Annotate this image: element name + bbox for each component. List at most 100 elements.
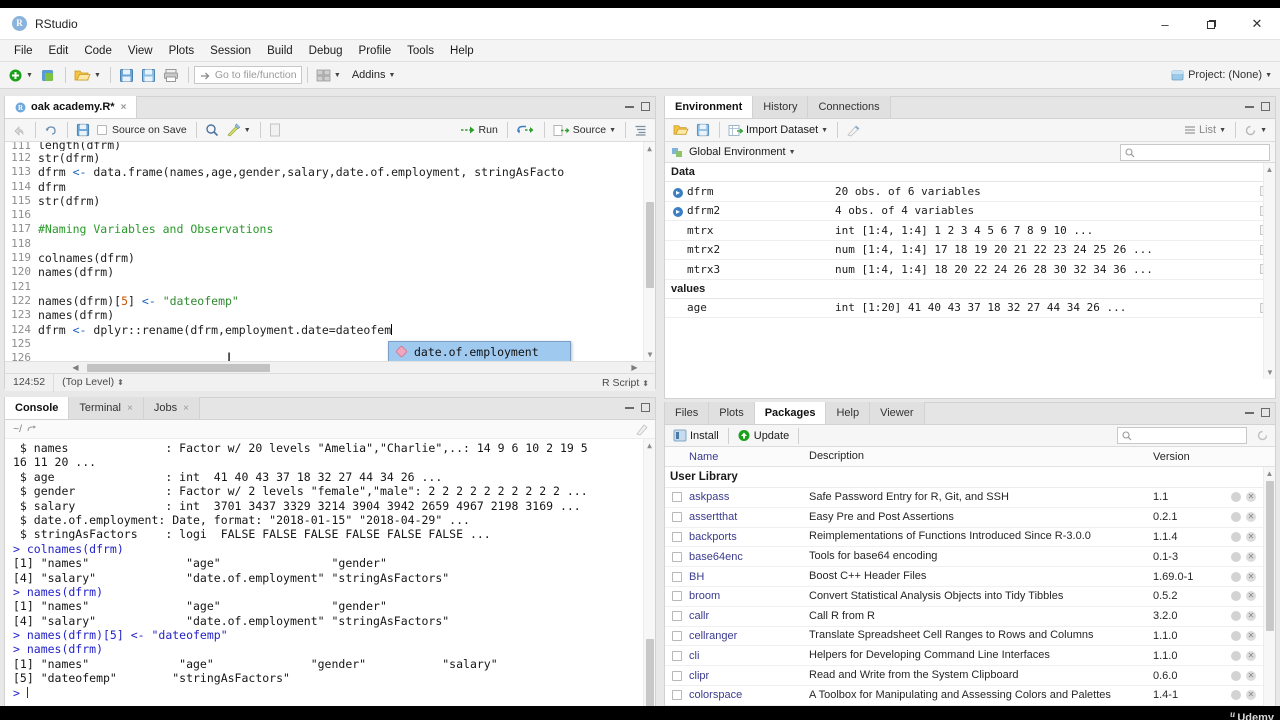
editor-back-button[interactable] <box>9 120 29 141</box>
tab-viewer[interactable]: Viewer <box>870 402 925 424</box>
package-load-checkbox[interactable] <box>665 670 689 681</box>
console-output[interactable]: $ names : Factor w/ 20 levels "Amelia","… <box>5 439 655 720</box>
environment-refresh-button[interactable]: ▼ <box>1241 120 1270 141</box>
file-type-selector[interactable]: R Script ⬍ <box>602 377 649 389</box>
package-load-checkbox[interactable] <box>665 492 689 503</box>
tab-files[interactable]: Files <box>665 402 710 424</box>
menu-profile[interactable]: Profile <box>351 43 400 59</box>
package-website-icon[interactable] <box>1231 591 1241 602</box>
table-row[interactable]: assertthat Easy Pre and Post Assertions 0.… <box>665 508 1275 528</box>
editor-compile-report-button[interactable] <box>266 120 284 141</box>
packages-vscroll-thumb[interactable] <box>1266 481 1274 631</box>
package-website-icon[interactable] <box>1231 690 1241 701</box>
source-on-save-checkbox[interactable]: Source on Save <box>94 120 190 141</box>
package-remove-icon[interactable]: ✕ <box>1246 492 1256 503</box>
package-name-link[interactable]: clipr <box>689 670 809 682</box>
table-row[interactable]: cli Helpers for Developing Command Line I… <box>665 646 1275 667</box>
table-row[interactable]: cellranger Translate Spreadsheet Cell Ran… <box>665 627 1275 647</box>
tab-plots[interactable]: Plots <box>709 402 755 424</box>
global-environment-selector[interactable]: Global Environment ▼ <box>665 142 1275 163</box>
menu-file[interactable]: File <box>6 43 41 59</box>
console-clear-icon[interactable] <box>635 423 649 436</box>
package-remove-icon[interactable]: ✕ <box>1246 630 1256 641</box>
editor-hscrollbar[interactable]: ◀ ▶ <box>5 361 655 373</box>
package-name-link[interactable]: colorspace <box>689 689 809 701</box>
package-remove-icon[interactable]: ✕ <box>1246 531 1256 542</box>
tab-connections[interactable]: Connections <box>808 96 891 118</box>
autocomplete-popup[interactable]: date.of.employment <box>388 341 571 361</box>
scroll-up-icon[interactable]: ▲ <box>644 440 655 451</box>
tab-packages[interactable]: Packages <box>754 402 827 424</box>
editor-minimize-icon[interactable] <box>625 105 634 108</box>
environment-maximize-icon[interactable] <box>1261 102 1270 111</box>
package-load-checkbox[interactable] <box>665 551 689 562</box>
save-all-button[interactable] <box>138 65 159 86</box>
scroll-down-icon[interactable]: ▼ <box>644 349 655 360</box>
package-website-icon[interactable] <box>1231 630 1241 641</box>
editor-maximize-icon[interactable] <box>641 102 650 111</box>
editor-vscrollbar[interactable]: ▲ ▼ <box>643 142 655 361</box>
editor-hscroll-thumb[interactable] <box>87 363 270 372</box>
package-remove-icon[interactable]: ✕ <box>1246 591 1256 602</box>
environment-minimize-icon[interactable] <box>1245 105 1254 108</box>
project-selector[interactable]: Project: (None) ▼ <box>1171 69 1272 82</box>
package-website-icon[interactable] <box>1231 531 1241 542</box>
tab-environment[interactable]: Environment <box>665 96 754 118</box>
code-scope-selector[interactable]: (Top Level) ⬍ <box>54 374 132 392</box>
package-load-checkbox[interactable] <box>665 630 689 641</box>
package-name-link[interactable]: base64enc <box>689 551 809 563</box>
package-name-link[interactable]: callr <box>689 610 809 622</box>
package-website-icon[interactable] <box>1231 551 1241 562</box>
package-website-icon[interactable] <box>1231 512 1241 523</box>
package-website-icon[interactable] <box>1231 670 1241 681</box>
jobs-tab-close-icon[interactable]: × <box>183 403 189 414</box>
tab-console[interactable]: Console <box>5 397 70 419</box>
scroll-up-icon[interactable]: ▲ <box>1264 468 1275 479</box>
menu-debug[interactable]: Debug <box>301 43 351 59</box>
open-file-button[interactable]: ▼ <box>71 65 104 86</box>
console-vscrollbar[interactable]: ▲ ▼ <box>643 439 655 720</box>
package-remove-icon[interactable]: ✕ <box>1246 611 1256 622</box>
scroll-left-icon[interactable]: ◀ <box>69 363 82 372</box>
package-name-link[interactable]: cellranger <box>689 630 809 642</box>
environment-row[interactable]: mtrx3 num [1:4, 1:4] 18 20 22 24 26 28 30… <box>665 260 1275 280</box>
package-name-link[interactable]: broom <box>689 590 809 602</box>
terminal-tab-close-icon[interactable]: × <box>127 403 133 414</box>
workspace-panes-button[interactable]: ▼ <box>313 65 344 86</box>
scroll-right-icon[interactable]: ▶ <box>628 363 641 372</box>
rerun-button[interactable] <box>513 120 538 141</box>
environment-load-button[interactable] <box>670 120 692 141</box>
editor-find-button[interactable] <box>202 120 222 141</box>
goto-file-input[interactable]: Go to file/function <box>193 66 302 84</box>
package-name-link[interactable]: askpass <box>689 491 809 503</box>
editor-undo-button[interactable] <box>41 120 61 141</box>
menu-plots[interactable]: Plots <box>161 43 203 59</box>
editor-outline-button[interactable] <box>631 120 650 141</box>
minimize-button[interactable]: – <box>1142 8 1188 40</box>
package-website-icon[interactable] <box>1231 492 1241 503</box>
menu-session[interactable]: Session <box>202 43 259 59</box>
package-remove-icon[interactable]: ✕ <box>1246 650 1256 661</box>
packages-maximize-icon[interactable] <box>1261 408 1270 417</box>
console-maximize-icon[interactable] <box>641 403 650 412</box>
addins-button[interactable]: Addins ▼ <box>345 65 399 86</box>
table-row[interactable]: backports Reimplementations of Functions … <box>665 528 1275 548</box>
scroll-up-icon[interactable]: ▲ <box>1264 164 1275 175</box>
package-website-icon[interactable] <box>1231 650 1241 661</box>
package-remove-icon[interactable]: ✕ <box>1246 551 1256 562</box>
package-website-icon[interactable] <box>1231 571 1241 582</box>
menu-code[interactable]: Code <box>76 43 120 59</box>
package-website-icon[interactable] <box>1231 611 1241 622</box>
environment-search-input[interactable] <box>1120 143 1270 161</box>
packages-list[interactable]: User Library askpass Safe Password Entry … <box>665 467 1275 720</box>
package-load-checkbox[interactable] <box>665 690 689 701</box>
table-row[interactable]: broom Convert Statistical Analysis Object… <box>665 587 1275 607</box>
menu-edit[interactable]: Edit <box>41 43 77 59</box>
package-load-checkbox[interactable] <box>665 571 689 582</box>
code-editor-area[interactable]: 111 length(dfrm) 112 str(dfrm) 113 dfrm <- da… <box>5 142 655 361</box>
environment-row[interactable]: age int [1:20] 41 40 43 37 18 32 27 44 34… <box>665 299 1275 318</box>
print-button[interactable] <box>160 65 182 86</box>
package-remove-icon[interactable]: ✕ <box>1246 512 1256 523</box>
scroll-down-icon[interactable]: ▼ <box>1264 367 1275 378</box>
packages-vscrollbar[interactable]: ▲ ▼ <box>1263 467 1275 720</box>
